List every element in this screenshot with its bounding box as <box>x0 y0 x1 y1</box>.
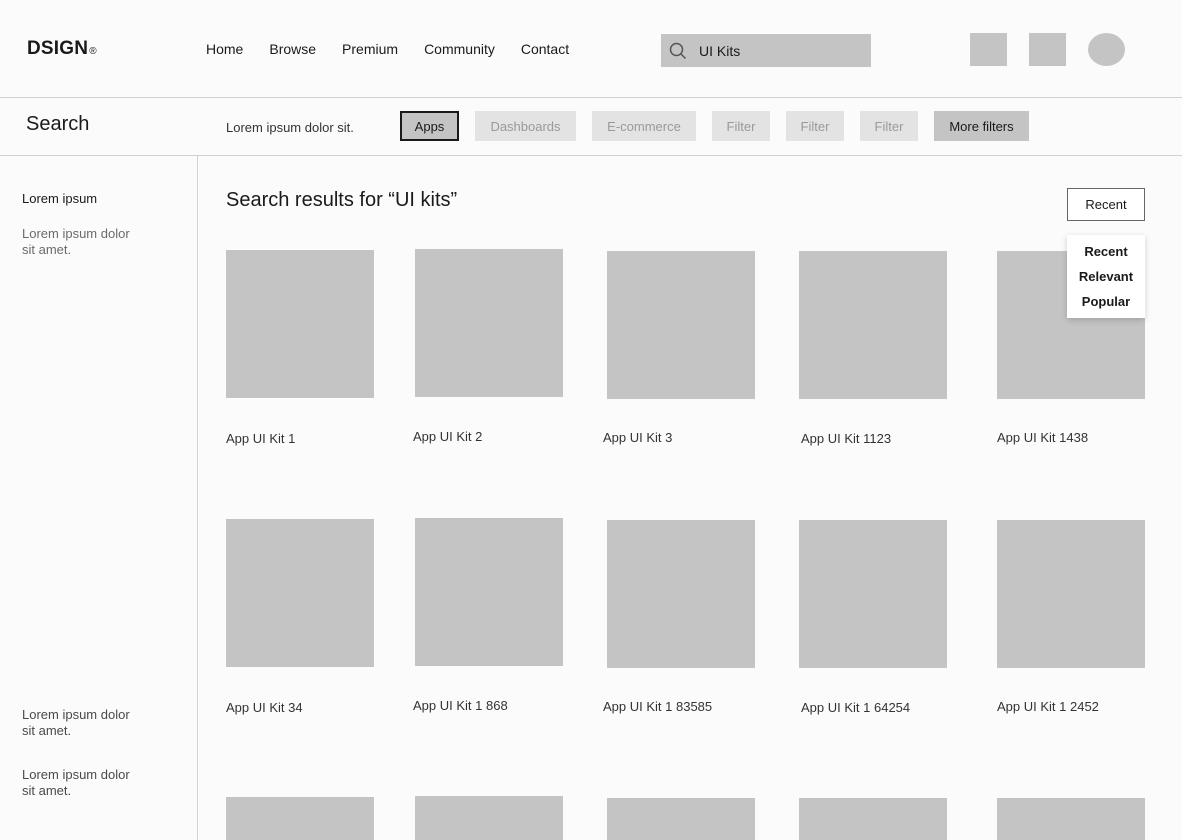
result-title[interactable]: App UI Kit 1 <box>226 431 295 446</box>
sidebar: Lorem ipsum Lorem ipsum dolor sit amet. … <box>0 156 198 840</box>
more-filters-button[interactable]: More filters <box>934 111 1029 141</box>
sort-dropdown-menu: Recent Relevant Popular <box>1067 235 1145 318</box>
filter-chip-filter-3[interactable]: Filter <box>860 111 918 141</box>
result-title[interactable]: App UI Kit 3 <box>603 430 672 445</box>
result-title[interactable]: App UI Kit 34 <box>226 700 303 715</box>
result-title[interactable]: App UI Kit 1123 <box>801 431 891 446</box>
search-bar[interactable] <box>661 34 871 67</box>
page-title: Search <box>26 113 90 135</box>
sidebar-text-1: Lorem ipsum dolor sit amet. <box>22 226 130 257</box>
sort-option-popular[interactable]: Popular <box>1067 294 1145 319</box>
result-title[interactable]: App UI Kit 1 83585 <box>603 699 712 714</box>
search-icon <box>669 42 687 60</box>
result-thumbnail[interactable] <box>415 518 563 666</box>
result-thumbnail[interactable] <box>415 249 563 397</box>
result-thumbnail[interactable] <box>607 520 755 668</box>
result-thumbnail[interactable] <box>226 519 374 667</box>
filter-chip-filter-1[interactable]: Filter <box>712 111 770 141</box>
result-thumbnail[interactable] <box>607 251 755 399</box>
sidebar-text-2: Lorem ipsum dolor sit amet. <box>22 707 130 738</box>
result-title[interactable]: App UI Kit 1 868 <box>413 698 508 713</box>
result-title[interactable]: App UI Kit 1438 <box>997 430 1088 445</box>
top-header: DSIGN® Home Browse Premium Community Con… <box>0 0 1182 98</box>
sidebar-heading: Lorem ipsum <box>22 191 98 206</box>
filter-chip-ecommerce[interactable]: E-commerce <box>592 111 696 141</box>
result-thumbnail[interactable] <box>226 797 374 840</box>
logo[interactable]: DSIGN® <box>27 38 97 60</box>
main-nav: Home Browse Premium Community Contact <box>206 41 595 57</box>
header-action-button-2[interactable] <box>1029 33 1066 66</box>
filter-bar-description: Lorem ipsum dolor sit. <box>226 120 354 135</box>
result-thumbnail[interactable] <box>226 250 374 398</box>
result-thumbnail[interactable] <box>997 798 1145 840</box>
avatar[interactable] <box>1088 33 1125 66</box>
header-action-button-1[interactable] <box>970 33 1007 66</box>
result-thumbnail[interactable] <box>799 251 947 399</box>
sort-option-relevant[interactable]: Relevant <box>1067 269 1145 294</box>
filter-chip-apps[interactable]: Apps <box>400 111 459 141</box>
filter-chip-dashboards[interactable]: Dashboards <box>475 111 576 141</box>
results-title: Search results for “UI kits” <box>226 189 458 211</box>
nav-premium[interactable]: Premium <box>342 41 398 57</box>
result-thumbnail[interactable] <box>607 798 755 840</box>
result-title[interactable]: App UI Kit 1 64254 <box>801 700 910 715</box>
logo-registered-mark: ® <box>89 46 97 57</box>
result-thumbnail[interactable] <box>799 798 947 840</box>
filter-chip-filter-2[interactable]: Filter <box>786 111 844 141</box>
nav-home[interactable]: Home <box>206 41 243 57</box>
search-input[interactable] <box>699 42 859 59</box>
filter-bar: Search Lorem ipsum dolor sit. Apps Dashb… <box>0 98 1182 156</box>
result-thumbnail[interactable] <box>997 520 1145 668</box>
sort-dropdown-button[interactable]: Recent <box>1067 188 1145 221</box>
nav-browse[interactable]: Browse <box>269 41 316 57</box>
result-title[interactable]: App UI Kit 2 <box>413 429 482 444</box>
sidebar-text-3: Lorem ipsum dolor sit amet. <box>22 767 130 798</box>
nav-community[interactable]: Community <box>424 41 495 57</box>
logo-text: DSIGN <box>27 38 89 59</box>
sort-option-recent[interactable]: Recent <box>1067 244 1145 269</box>
result-thumbnail[interactable] <box>799 520 947 668</box>
result-thumbnail[interactable] <box>415 796 563 840</box>
nav-contact[interactable]: Contact <box>521 41 569 57</box>
result-title[interactable]: App UI Kit 1 2452 <box>997 699 1099 714</box>
